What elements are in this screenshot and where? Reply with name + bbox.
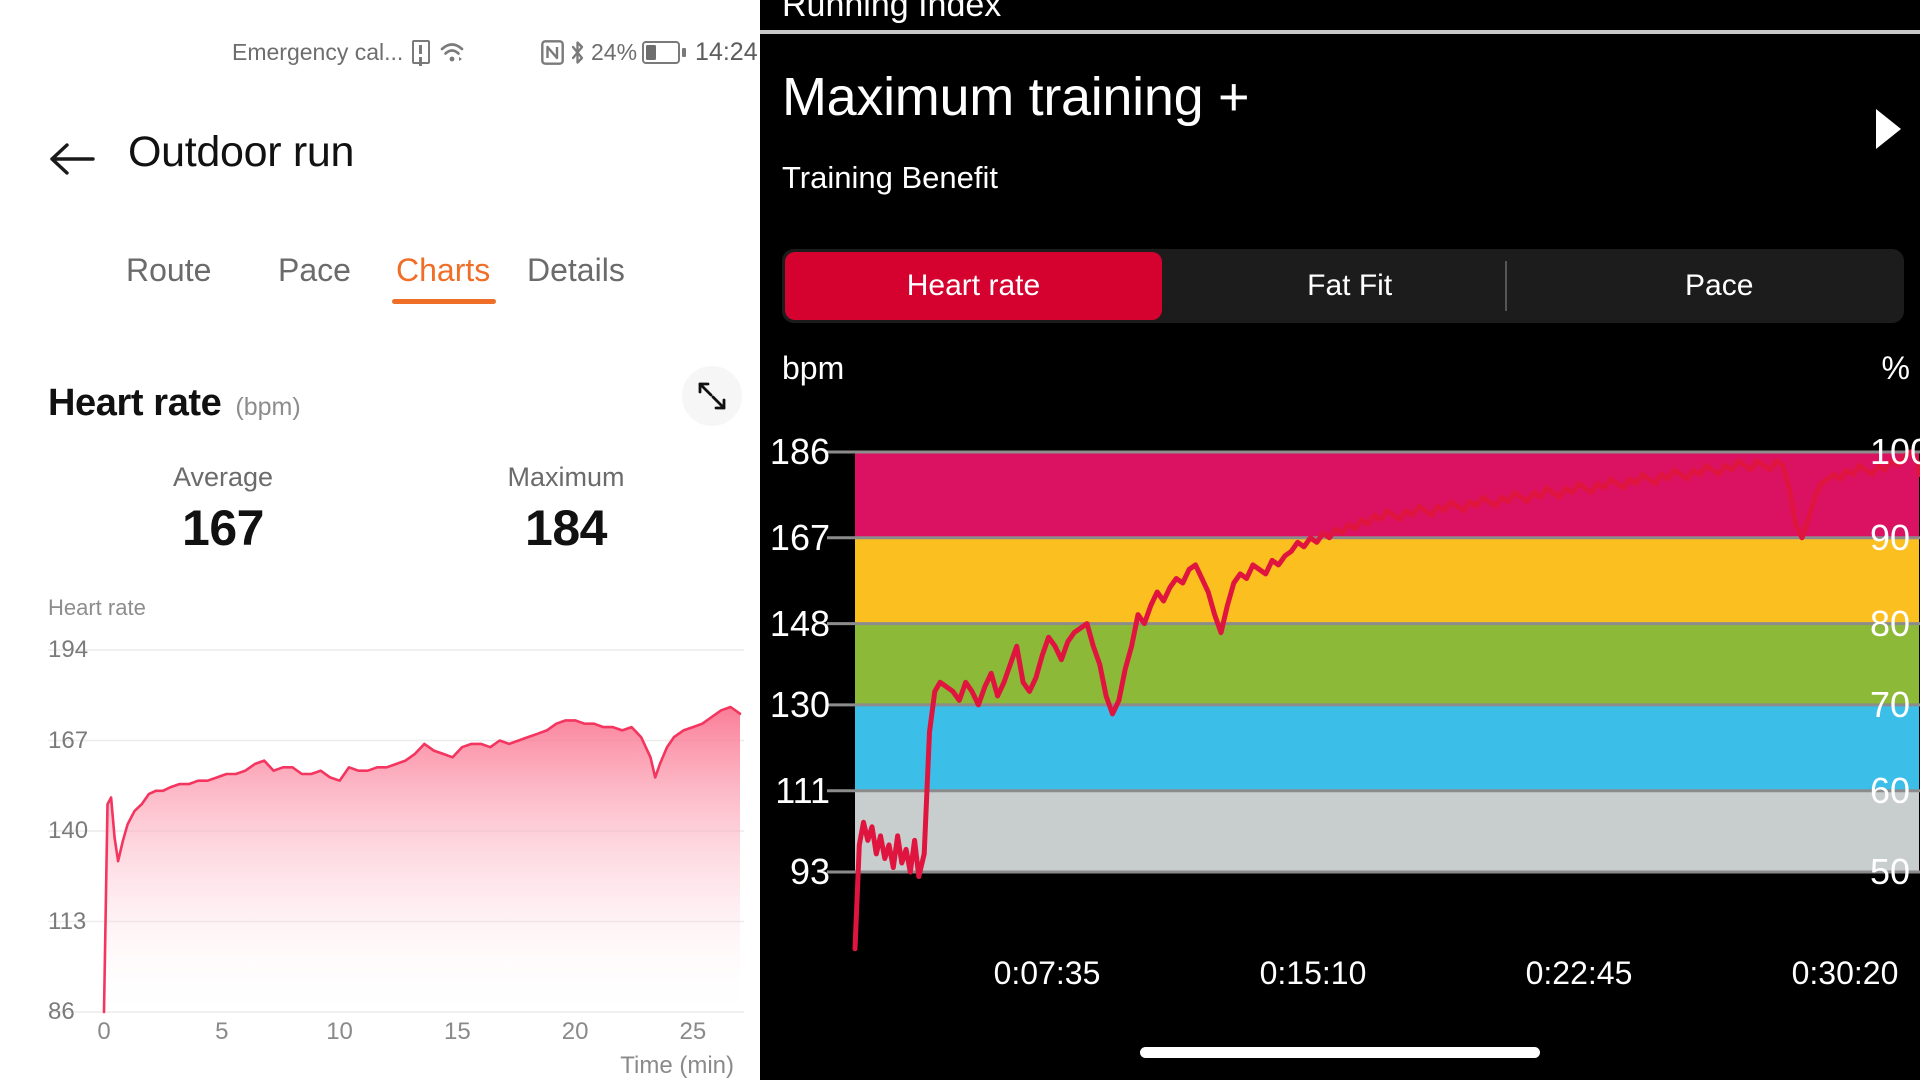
heart-rate-area-svg [48,649,744,1014]
time-tick-label: 0:30:20 [1791,955,1899,991]
time-axis-labels: 0:07:35 0:15:10 0:22:45 0:30:20 [760,955,1920,995]
y-axis-percent-tick-label: 70 [1870,683,1911,725]
huawei-health-panel: Emergency cal... 24% 14:24 Outdoor run R… [0,0,760,1080]
x-axis-tick-label: 0 [97,1018,111,1045]
y-axis-bpm-tick-label: 111 [775,769,830,811]
y-axis-percent-tick-label: 100 [1870,431,1920,472]
x-axis-tick-label: 25 [679,1018,707,1045]
y-axis-percent-tick-label: 50 [1870,851,1911,892]
x-axis-tick-label: 5 [215,1018,229,1045]
x-axis-tick-label: 10 [326,1018,353,1045]
y-axis-bpm-tick-label: 186 [769,431,830,472]
y-axis-bpm-tick-label: 148 [769,602,830,644]
time-tick-label: 0:07:35 [993,955,1101,991]
y-axis-percent-tick-label: 80 [1870,602,1911,644]
y-axis-percent-tick-label: 60 [1870,769,1911,811]
x-axis-title: Time (min) [620,1052,734,1079]
time-tick-label: 0:15:10 [1259,955,1367,991]
y-axis-tick-label: 140 [48,817,89,844]
y-axis-tick-label: 194 [48,636,89,663]
home-indicator[interactable] [1140,1047,1540,1058]
y-axis-bpm-tick-label: 167 [769,516,830,558]
y-axis-bpm-tick-label: 93 [789,851,830,892]
y-axis-bpm-tick-label: 130 [769,683,830,725]
x-axis-tick-label: 20 [561,1018,589,1045]
y-axis-tick-label: 167 [48,726,89,754]
polar-flow-panel: Running Index Maximum training + Trainin… [760,0,1920,1080]
x-axis-tick-label: 15 [443,1018,471,1045]
heart-rate-zone-svg [827,449,1920,952]
y-axis-tick-label: 113 [48,907,87,935]
y-axis-percent-tick-label: 90 [1870,516,1911,558]
time-tick-label: 0:22:45 [1525,955,1633,991]
